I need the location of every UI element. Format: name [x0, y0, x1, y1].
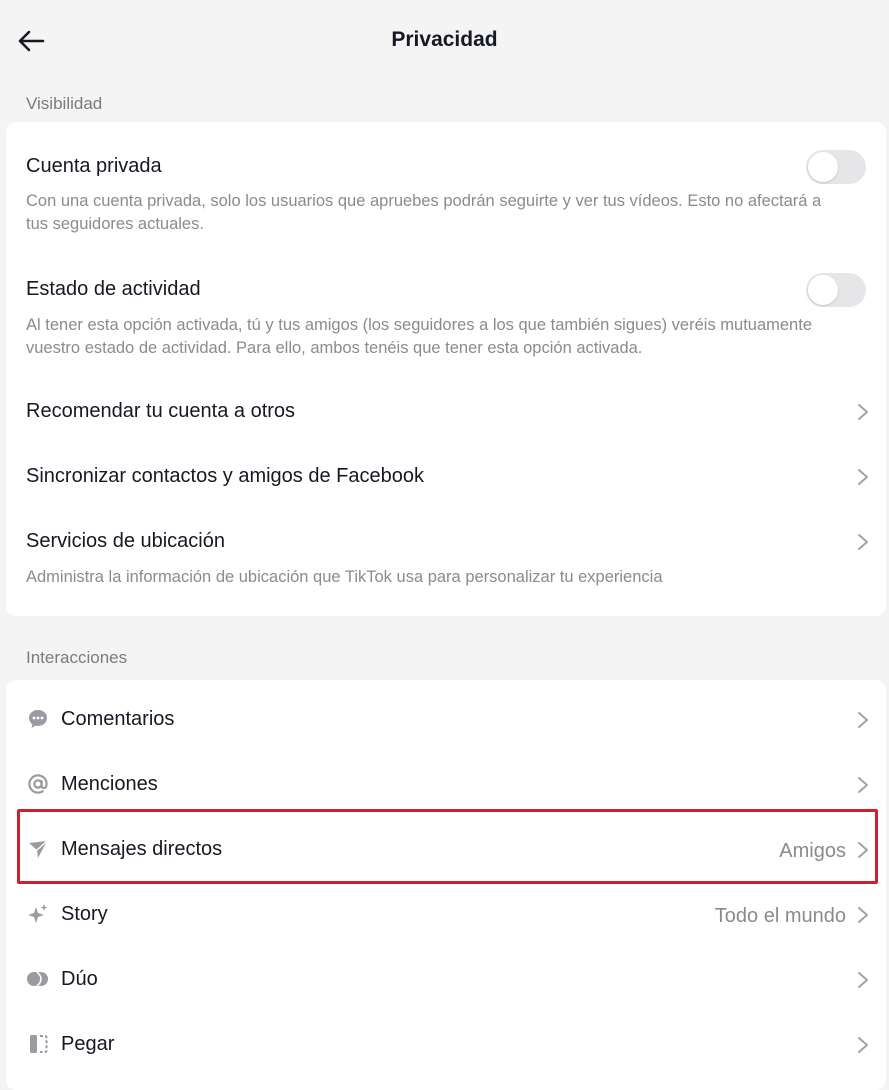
chevron-right-icon	[858, 469, 868, 485]
interaction-title: Mensajes directos	[61, 838, 223, 860]
stitch-icon	[26, 1032, 50, 1056]
comment-bubble-icon	[26, 707, 50, 731]
suggest-account-row[interactable]: Recomendar tu cuenta a otros	[6, 382, 886, 440]
chevron-right-icon	[858, 972, 868, 988]
interaction-value: Amigos	[779, 840, 846, 862]
suggest-account-title: Recomendar tu cuenta a otros	[26, 400, 296, 422]
interaction-title: Dúo	[61, 968, 98, 990]
activity-status-title: Estado de actividad	[26, 278, 201, 300]
toggle-knob	[808, 275, 838, 305]
location-services-description: Administra la información de ubicación q…	[26, 568, 663, 586]
private-account-row[interactable]: Cuenta privada Con una cuenta privada, s…	[6, 122, 886, 246]
chevron-right-icon	[858, 404, 868, 420]
interaction-title: Comentarios	[61, 708, 175, 730]
private-account-toggle[interactable]	[806, 150, 866, 184]
location-services-title: Servicios de ubicación	[26, 530, 225, 552]
interaction-row-direct-messages[interactable]: Mensajes directos Amigos	[6, 820, 886, 878]
interaction-title: Pegar	[61, 1033, 115, 1055]
interaction-row-duet[interactable]: Dúo	[6, 950, 886, 1008]
private-account-description: Con una cuenta privada, solo los usuario…	[26, 192, 822, 233]
page-title: Privacidad	[391, 28, 498, 51]
private-account-title: Cuenta privada	[26, 155, 162, 177]
interaction-title: Menciones	[61, 773, 158, 795]
section-label-visibility: Visibilidad	[26, 94, 103, 113]
toggle-knob	[808, 152, 838, 182]
chevron-right-icon	[858, 842, 868, 858]
interaction-value: Todo el mundo	[714, 905, 846, 927]
chevron-right-icon	[858, 777, 868, 793]
interaction-title: Story	[61, 903, 108, 925]
interactions-card: Comentarios Menciones Mensajes directos	[6, 680, 886, 1090]
visibility-card: Cuenta privada Con una cuenta privada, s…	[6, 122, 886, 616]
top-bar: Privacidad	[0, 0, 889, 82]
sparkle-icon	[26, 902, 50, 926]
location-services-row[interactable]: Servicios de ubicación Administra la inf…	[6, 512, 886, 602]
interaction-row-mentions[interactable]: Menciones	[6, 755, 886, 813]
chevron-right-icon	[858, 712, 868, 728]
interaction-row-story[interactable]: Story Todo el mundo	[6, 885, 886, 943]
paper-plane-icon	[26, 837, 50, 861]
sync-contacts-title: Sincronizar contactos y amigos de Facebo…	[26, 465, 424, 487]
activity-status-row[interactable]: Estado de actividad Al tener esta opción…	[6, 262, 886, 368]
sync-contacts-row[interactable]: Sincronizar contactos y amigos de Facebo…	[6, 447, 886, 505]
chevron-right-icon	[858, 907, 868, 923]
chevron-right-icon	[858, 1037, 868, 1053]
at-sign-icon	[26, 772, 50, 796]
chevron-right-icon	[858, 534, 868, 550]
interaction-row-stitch[interactable]: Pegar	[6, 1015, 886, 1073]
activity-status-description: Al tener esta opción activada, tú y tus …	[26, 316, 812, 357]
interaction-row-comments[interactable]: Comentarios	[6, 690, 886, 748]
activity-status-toggle[interactable]	[806, 273, 866, 307]
section-label-interactions: Interacciones	[26, 648, 128, 667]
duet-icon	[26, 967, 50, 991]
